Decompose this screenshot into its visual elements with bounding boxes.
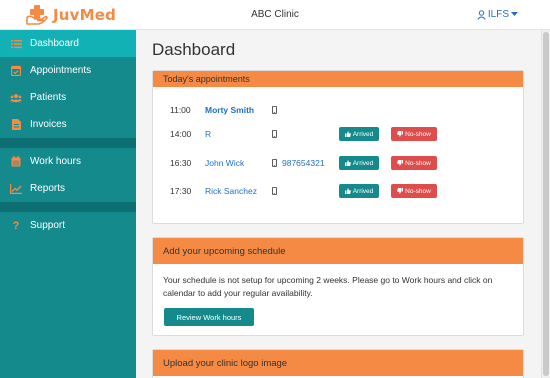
list-icon (10, 38, 22, 50)
sidebar-item-label: Invoices (30, 119, 67, 130)
thumbs-down-icon (397, 188, 404, 194)
appointment-time: 17:30 (170, 186, 192, 196)
appointments-card: Today's appointments 11:00 Morty Smith 1… (152, 70, 524, 224)
schedule-message: Your schedule is not setup for upcoming … (163, 275, 493, 298)
table-row: 11:00 Morty Smith (153, 103, 523, 117)
arrived-button[interactable]: Arrived (339, 184, 379, 198)
logo-upload-card: Upload your clinic logo image (152, 349, 524, 378)
mobile-phone-icon (272, 187, 277, 195)
card-header: Today's appointments (153, 71, 523, 87)
sidebar-item-support[interactable]: ? Support (0, 212, 136, 239)
schedule-card: Add your upcoming schedule Your schedule… (152, 237, 524, 336)
user-icon (477, 9, 486, 20)
thumbs-up-icon (344, 160, 351, 166)
scrollbar-thumb[interactable] (543, 32, 549, 376)
chart-icon (10, 183, 22, 195)
chevron-down-icon (511, 12, 518, 16)
sidebar-item-label: Dashboard (30, 38, 79, 49)
main-content: Dashboard Today's appointments 11:00 Mor… (136, 30, 541, 378)
phone-contact (272, 130, 277, 138)
mobile-phone-icon (272, 159, 277, 167)
patient-name-link[interactable]: John Wick (205, 158, 244, 168)
no-show-button[interactable]: No-show (391, 127, 437, 141)
arrived-label: Arrived (352, 130, 374, 138)
thumbs-down-icon (397, 131, 404, 137)
arrived-button[interactable]: Arrived (339, 156, 379, 170)
no-show-button[interactable]: No-show (391, 156, 437, 170)
sidebar-item-reports[interactable]: Reports (0, 175, 136, 202)
user-label: ILFS (487, 9, 509, 20)
mobile-phone-icon (272, 106, 277, 114)
table-row: 16:30 John Wick 987654321 Arrived No-sho… (153, 156, 523, 170)
card-header: Add your upcoming schedule (153, 238, 523, 264)
phone-number-link[interactable]: 987654321 (282, 158, 325, 168)
sidebar-item-label: Appointments (30, 65, 92, 76)
patient-name-link[interactable]: R (205, 129, 211, 139)
vertical-scrollbar[interactable] (541, 30, 550, 378)
sidebar-item-appointments[interactable]: Appointments (0, 57, 136, 84)
user-menu[interactable]: ILFS (477, 9, 520, 20)
appointment-time: 11:00 (170, 105, 191, 115)
sidebar-item-label: Reports (30, 183, 66, 194)
mobile-phone-icon (272, 130, 277, 138)
no-show-label: No-show (405, 187, 431, 195)
thumbs-up-icon (344, 131, 351, 137)
sidebar-item-work-hours[interactable]: Work hours (0, 148, 136, 175)
arrived-label: Arrived (352, 187, 374, 195)
sidebar-item-patients[interactable]: Patients (0, 84, 136, 111)
sidebar-divider (0, 138, 136, 148)
clinic-name: ABC Clinic (251, 9, 299, 20)
question-icon: ? (12, 219, 20, 232)
sidebar-item-label: Patients (30, 92, 67, 103)
review-work-hours-button[interactable]: Review Work hours (164, 308, 254, 326)
no-show-label: No-show (405, 130, 431, 138)
no-show-label: No-show (405, 159, 431, 167)
arrived-button[interactable]: Arrived (339, 127, 379, 141)
patient-name-link[interactable]: Morty Smith (205, 105, 254, 115)
phone-contact (272, 187, 277, 195)
sidebar-item-label: Work hours (30, 156, 81, 167)
thumbs-down-icon (397, 160, 404, 166)
patient-name-link[interactable]: Rick Sanchez (205, 186, 257, 196)
page-title: Dashboard (152, 40, 236, 59)
users-icon (10, 92, 22, 104)
sidebar-item-dashboard[interactable]: Dashboard (0, 30, 136, 57)
sidebar-divider (0, 202, 136, 212)
file-invoice-icon (10, 119, 22, 131)
appointment-time: 14:00 (170, 129, 192, 139)
sidebar-item-label: Support (30, 220, 66, 231)
sidebar: Dashboard Appointments Patients Invoices… (0, 30, 136, 378)
table-row: 17:30 Rick Sanchez Arrived No-show (153, 184, 523, 198)
sidebar-item-invoices[interactable]: Invoices (0, 111, 136, 138)
phone-contact[interactable]: 987654321 (272, 158, 325, 168)
no-show-button[interactable]: No-show (391, 184, 437, 198)
top-header: JuvMed ABC Clinic ILFS (0, 0, 550, 30)
calendar-icon (10, 156, 22, 168)
card-header: Upload your clinic logo image (153, 350, 523, 376)
arrived-label: Arrived (352, 159, 374, 167)
appointment-time: 16:30 (170, 158, 192, 168)
phone-contact (272, 106, 277, 114)
calendar-check-icon (10, 65, 22, 77)
table-row: 14:00 R Arrived No-show (153, 127, 523, 141)
thumbs-up-icon (344, 188, 351, 194)
